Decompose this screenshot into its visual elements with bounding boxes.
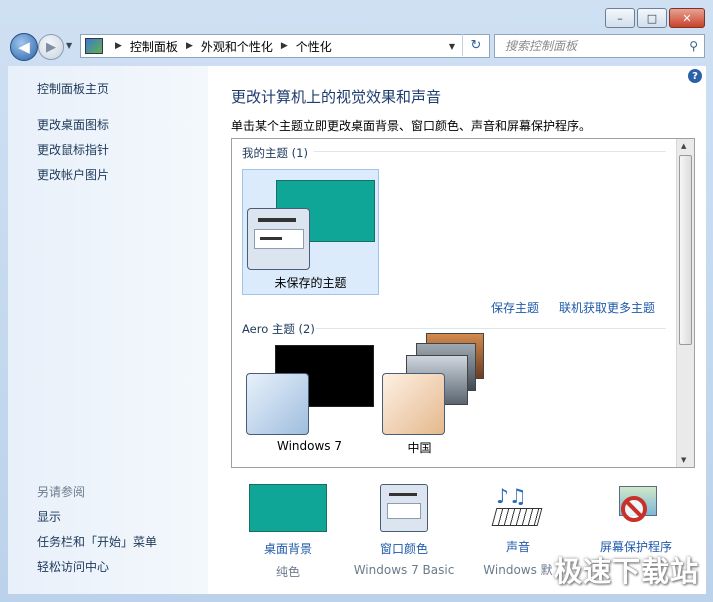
group-divider <box>316 328 666 329</box>
breadcrumb-separator-icon[interactable]: ▶ <box>186 41 193 51</box>
window-body <box>387 503 421 519</box>
control-panel-icon <box>85 38 103 54</box>
theme-preview-window <box>246 373 309 435</box>
aero-themes-header: Aero 主题 (2) <box>242 322 315 336</box>
close-button[interactable]: ✕ <box>669 8 705 28</box>
sidebar-item-account-picture[interactable]: 更改帐户图片 <box>37 166 109 183</box>
breadcrumb-control-panel[interactable]: 控制面板 <box>130 38 178 55</box>
back-button[interactable]: ◀ <box>10 33 38 61</box>
sound-icon: ♪♫ <box>490 484 546 530</box>
breadcrumb-appearance[interactable]: 外观和个性化 <box>201 38 273 55</box>
window-color-icon <box>380 484 428 532</box>
refresh-button[interactable]: ↻ <box>462 34 489 56</box>
window-content-line <box>260 237 282 240</box>
breadcrumb-personalization[interactable]: 个性化 <box>296 38 332 55</box>
watermark: 极速下载站 <box>553 555 699 588</box>
window-title-line <box>389 493 417 496</box>
theme-preview-window <box>382 373 445 435</box>
scrollbar-thumb[interactable] <box>679 155 692 345</box>
recent-pages-dropdown[interactable]: ▼ <box>66 41 72 50</box>
sidebar: 控制面板主页 更改桌面图标 更改鼠标指针 更改帐户图片 另请参阅 显示 任务栏和… <box>8 66 208 594</box>
breadcrumb-separator-icon[interactable]: ▶ <box>281 41 288 51</box>
screen-saver-icon <box>613 484 659 530</box>
scroll-up-icon[interactable]: ▲ <box>681 142 686 150</box>
theme-label: 未保存的主题 <box>274 276 347 290</box>
help-icon[interactable]: ? <box>688 69 702 83</box>
search-icon[interactable]: ⚲ <box>689 39 698 53</box>
theme-preview-window <box>247 208 310 270</box>
window-body <box>254 229 304 249</box>
theme-list-scrollbar[interactable]: ▲ ▼ <box>676 139 694 467</box>
option-label: 桌面背景 <box>263 542 312 556</box>
option-value: Windows 7 Basic <box>353 563 455 577</box>
window-title-line <box>258 218 296 222</box>
main-content: ? 更改计算机上的视觉效果和声音 单击某个主题立即更改桌面背景、窗口颜色、声音和… <box>208 66 706 594</box>
group-divider <box>314 151 666 152</box>
see-also-display[interactable]: 显示 <box>37 508 61 525</box>
page-title: 更改计算机上的视觉效果和声音 <box>231 88 442 106</box>
address-bar[interactable]: ▶ 控制面板 ▶ 外观和个性化 ▶ 个性化 ▼ <box>80 34 490 58</box>
forward-button[interactable]: ▶ <box>38 34 64 60</box>
see-also-taskbar[interactable]: 任务栏和「开始」菜单 <box>37 533 157 550</box>
theme-tile-unsaved[interactable]: 未保存的主题 <box>242 169 379 295</box>
title-bar-buttons: – □ ✕ <box>603 8 705 28</box>
theme-label: 中国 <box>407 441 432 455</box>
theme-tile-china[interactable]: 中国 <box>382 333 517 467</box>
desktop-background-swatch <box>249 484 327 532</box>
navigation-bar: ◀ ▶ ▼ ▶ 控制面板 ▶ 外观和个性化 ▶ 个性化 ▼ ↻ ⚲ <box>8 33 705 61</box>
see-also-heading: 另请参阅 <box>37 485 86 499</box>
sidebar-item-control-panel-home[interactable]: 控制面板主页 <box>37 80 109 97</box>
page-subtitle: 单击某个主题立即更改桌面背景、窗口颜色、声音和屏幕保护程序。 <box>231 119 592 133</box>
sidebar-item-mouse-pointers[interactable]: 更改鼠标指针 <box>37 141 109 158</box>
maximize-button[interactable]: □ <box>637 8 667 28</box>
sidebar-item-desktop-icons[interactable]: 更改桌面图标 <box>37 116 109 133</box>
personalization-window: – □ ✕ ◀ ▶ ▼ ▶ 控制面板 ▶ 外观和个性化 ▶ 个性化 ▼ ↻ ⚲ … <box>0 0 713 602</box>
search-box[interactable]: ⚲ <box>494 34 705 58</box>
my-themes-header: 我的主题 (1) <box>242 146 308 160</box>
address-dropdown-icon[interactable]: ▼ <box>449 42 455 51</box>
save-theme-link[interactable]: 保存主题 <box>491 299 539 316</box>
scroll-down-icon[interactable]: ▼ <box>681 456 686 464</box>
option-value: 纯色 <box>275 565 300 579</box>
option-label: 窗口颜色 <box>379 542 428 556</box>
search-input[interactable] <box>503 38 677 54</box>
see-also-ease-of-access[interactable]: 轻松访问中心 <box>37 558 109 575</box>
theme-list: 我的主题 (1) 未保存的主题 保存主题 联机获取更多主题 Aero 主题 (2… <box>231 138 695 468</box>
get-more-themes-link[interactable]: 联机获取更多主题 <box>559 299 655 316</box>
desktop-background-option[interactable]: 桌面背景 纯色 <box>228 484 348 580</box>
window-color-option[interactable]: 窗口颜色 Windows 7 Basic <box>344 484 464 577</box>
breadcrumb-separator-icon[interactable]: ▶ <box>115 41 122 51</box>
minimize-button[interactable]: – <box>605 8 635 28</box>
